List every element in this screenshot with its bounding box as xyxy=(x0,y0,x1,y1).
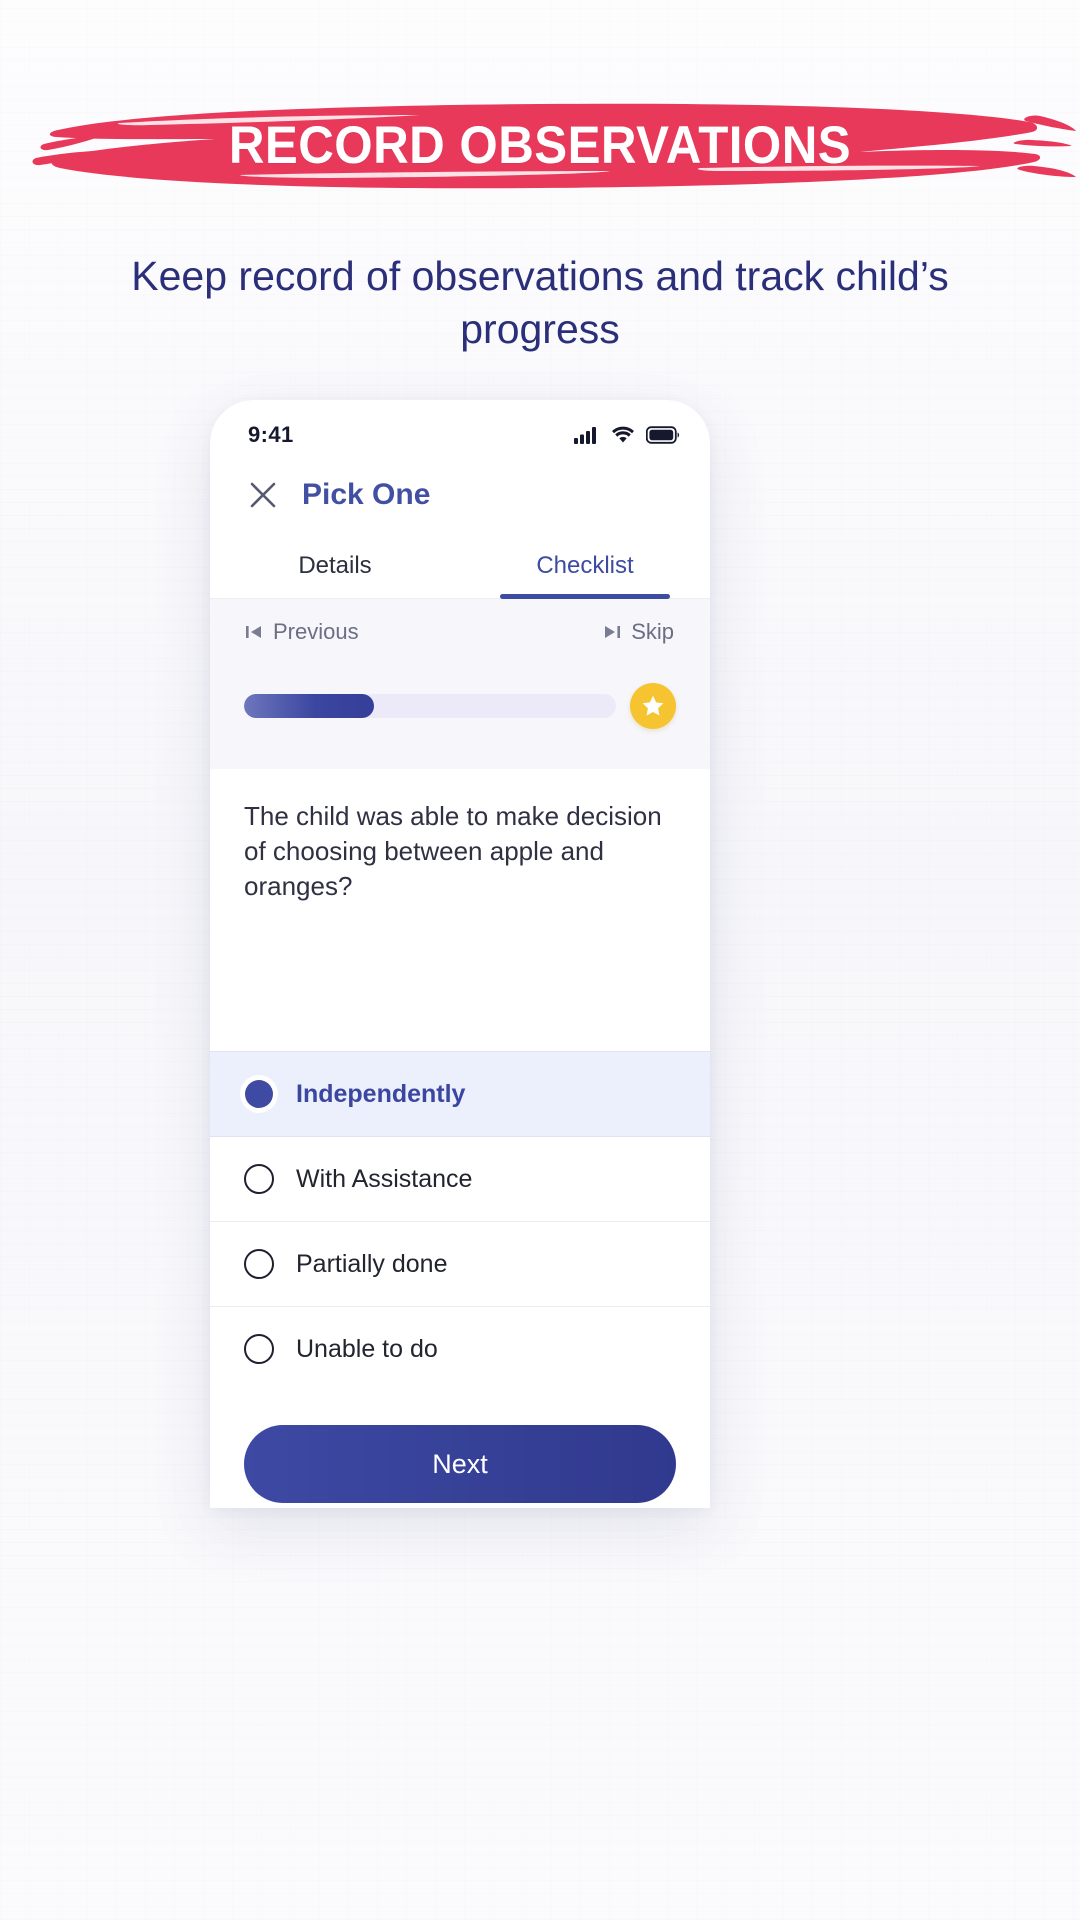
skip-label: Skip xyxy=(631,619,674,644)
promo-screenshot: RECORD OBSERVATIONS Keep record of obser… xyxy=(0,0,1080,1920)
option-label: Independently xyxy=(296,1079,466,1108)
tab-checklist[interactable]: Checklist xyxy=(460,542,710,599)
radio-icon xyxy=(244,1249,274,1279)
skip-to-start-icon xyxy=(246,626,261,638)
next-button[interactable]: Next xyxy=(244,1425,676,1503)
promo-subtitle: Keep record of observations and track ch… xyxy=(131,253,949,353)
tab-details[interactable]: Details xyxy=(210,542,460,598)
star-icon xyxy=(642,695,664,716)
nav-row: Previous Skip xyxy=(210,599,710,659)
skip-to-end-icon xyxy=(605,626,621,638)
tab-bar: Details Checklist xyxy=(210,542,710,599)
status-bar: 9:41 xyxy=(210,400,710,452)
progress-area xyxy=(210,659,710,769)
progress-bar xyxy=(244,694,616,718)
radio-selected-icon xyxy=(245,1080,273,1108)
status-icons xyxy=(574,426,680,444)
option-with-assistance[interactable]: With Assistance xyxy=(210,1137,710,1222)
next-button-container: Next xyxy=(210,1391,710,1508)
option-label: Partially done xyxy=(296,1249,448,1278)
banner: RECORD OBSERVATIONS xyxy=(0,96,1080,194)
skip-button[interactable]: Skip xyxy=(602,619,674,645)
battery-icon xyxy=(646,426,680,444)
previous-button[interactable]: Previous xyxy=(244,619,359,645)
progress-bar-fill xyxy=(244,694,375,718)
question-card: The child was able to make decision of c… xyxy=(212,769,708,1051)
option-partially-done[interactable]: Partially done xyxy=(210,1222,710,1307)
signal-icon xyxy=(574,427,596,444)
radio-icon xyxy=(244,1334,274,1364)
option-independently[interactable]: Independently xyxy=(210,1051,710,1137)
option-label: With Assistance xyxy=(296,1164,473,1193)
page-title: Pick One xyxy=(302,478,431,511)
question-text: The child was able to make decision of c… xyxy=(244,801,662,902)
star-badge xyxy=(630,683,676,729)
phone-mockup: 9:41 Pick One Details Checklist Previous… xyxy=(210,400,710,1508)
previous-label: Previous xyxy=(273,619,359,644)
option-label: Unable to do xyxy=(296,1334,438,1363)
wifi-icon xyxy=(612,426,634,443)
banner-title: RECORD OBSERVATIONS xyxy=(228,115,852,175)
radio-icon xyxy=(244,1164,274,1194)
status-time: 9:41 xyxy=(248,422,294,447)
option-unable-to-do[interactable]: Unable to do xyxy=(210,1307,710,1391)
close-icon[interactable] xyxy=(248,480,278,510)
options-list: Independently With Assistance Partially … xyxy=(210,1051,710,1391)
app-header: Pick One xyxy=(210,452,710,520)
